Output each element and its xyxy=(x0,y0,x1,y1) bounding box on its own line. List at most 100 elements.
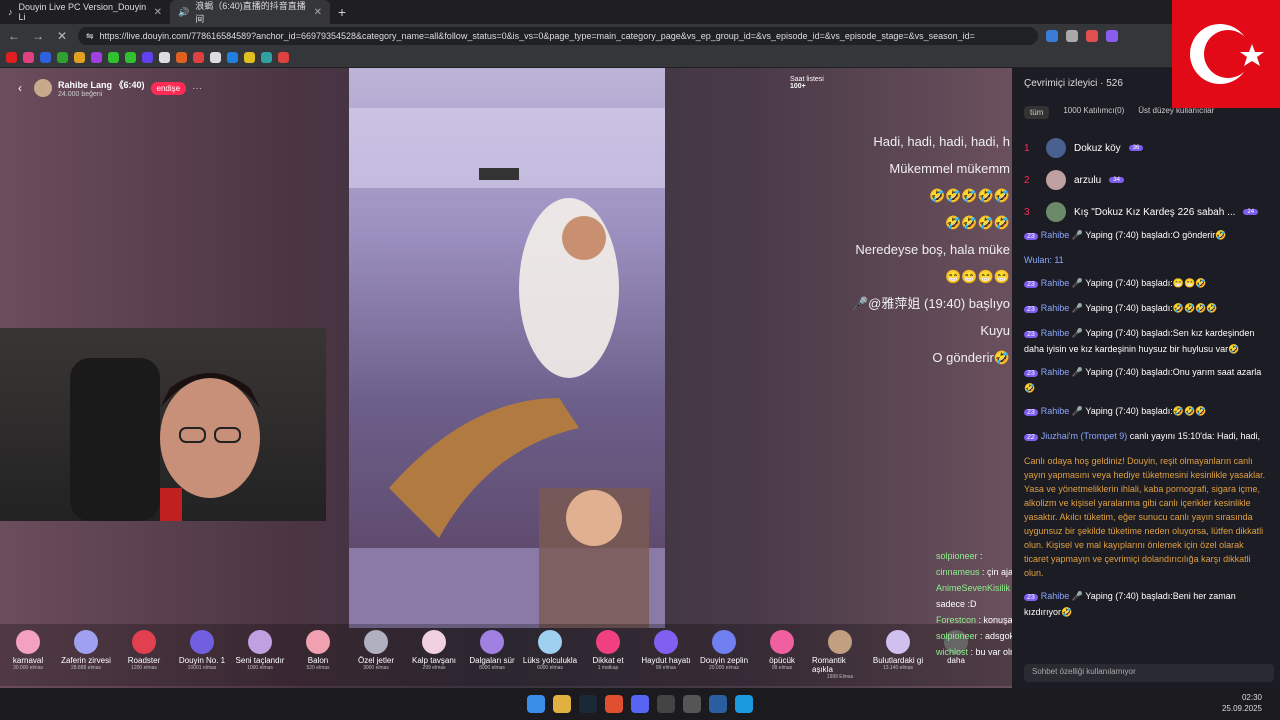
steam-icon[interactable] xyxy=(579,695,597,713)
gift-item[interactable]: Roadster 1200 elmas xyxy=(116,630,172,671)
gift-icon xyxy=(538,630,562,654)
bookmark-icon[interactable] xyxy=(23,52,34,63)
gift-item[interactable]: Douyin zeplin 20.000 elmas xyxy=(696,630,752,671)
back-icon[interactable]: ← xyxy=(6,29,22,43)
bookmark-icon[interactable] xyxy=(193,52,204,63)
gift-item[interactable]: Balon 520 elmas xyxy=(290,630,346,671)
bookmark-icon[interactable] xyxy=(261,52,272,63)
gift-item[interactable]: Seni taçlandır 1000 elmas xyxy=(232,630,288,671)
chat-text: 🎤 Yaping (7:40) başladı:🤣🤣🤣 xyxy=(1071,406,1207,416)
close-icon[interactable]: ✕ xyxy=(154,7,162,18)
follow-button[interactable]: endişe xyxy=(150,81,187,95)
bookmark-icon[interactable] xyxy=(6,52,17,63)
bookmark-icon[interactable] xyxy=(57,52,68,63)
gift-item[interactable]: Özel jetler 3000 elmas xyxy=(348,630,404,671)
rank-row[interactable]: 3 Kış "Dokuz Kız Kardeş 226 sabah ... 24 xyxy=(1024,202,1259,222)
bookmark-icon[interactable] xyxy=(176,52,187,63)
edge-icon[interactable] xyxy=(735,695,753,713)
chat-text: sadece :D xyxy=(936,599,977,609)
extension-icon[interactable] xyxy=(1106,30,1118,42)
gift-item[interactable]: Dalgaları sür 8000 elmas xyxy=(464,630,520,671)
video-player[interactable] xyxy=(349,68,665,628)
chat-username[interactable]: cinnameus xyxy=(936,567,980,577)
gift-item[interactable]: Dikkat et 1 matkap xyxy=(580,630,636,671)
level-badge: 23 xyxy=(1024,306,1038,313)
viewer-panel: Çevrimiçi izleyici · 526 tüm 1000 Katılı… xyxy=(1012,68,1280,688)
gift-item[interactable]: Douyin No. 1 10001 elmas xyxy=(174,630,230,671)
gift-item[interactable]: öpücük 99 elmas xyxy=(754,630,810,671)
windows-start-icon[interactable] xyxy=(527,695,545,713)
bookmark-icon[interactable] xyxy=(244,52,255,63)
brave-icon[interactable] xyxy=(605,695,623,713)
avatar[interactable] xyxy=(34,79,52,97)
chat-username[interactable]: solpioneer xyxy=(936,631,978,641)
rank-widget[interactable]: Saat listesi 100+ xyxy=(790,76,824,90)
chat-username[interactable]: Rahibe xyxy=(1041,278,1070,288)
gift-price: 1 matkap xyxy=(597,665,619,671)
bookmark-icon[interactable] xyxy=(159,52,170,63)
gift-item[interactable]: Lüks yolculukla 6000 elmas xyxy=(522,630,578,671)
system-clock[interactable]: 02:30 25.09.2025 xyxy=(1222,692,1262,714)
chat-username[interactable]: Rahibe xyxy=(1041,328,1070,338)
chat-username[interactable]: Rahibe xyxy=(1041,591,1070,601)
level-badge: 23 xyxy=(1024,370,1038,377)
chat-username[interactable]: AnimeSevenKisilik xyxy=(936,583,1010,593)
back-icon[interactable]: ‹ xyxy=(18,81,22,95)
gift-name: Balon xyxy=(307,656,329,665)
app-icon[interactable] xyxy=(709,695,727,713)
close-icon[interactable]: ✕ xyxy=(54,29,70,43)
filter-all[interactable]: tüm xyxy=(1024,106,1050,119)
extension-icon[interactable] xyxy=(1066,30,1078,42)
app-icon[interactable] xyxy=(657,695,675,713)
chat-username[interactable]: Wulan: 11 xyxy=(1024,255,1064,265)
tab-live[interactable]: 🔊 浪蝎（6:40)直播的抖音直播间 ✕ xyxy=(170,0,330,24)
gift-item[interactable]: Romantik aşıkla 1999 Elmas xyxy=(812,630,868,680)
file-explorer-icon[interactable] xyxy=(553,695,571,713)
level-badge: 34 xyxy=(1109,177,1124,183)
gift-item[interactable]: karnaval 30.000 elmas xyxy=(0,630,56,671)
bookmark-icon[interactable] xyxy=(125,52,136,63)
chat-username[interactable]: Jiuzhai'm (Trompet 9) xyxy=(1041,431,1127,441)
gift-item[interactable]: Zaferin zirvesi 28.888 elmas xyxy=(58,630,114,671)
bookmark-icon[interactable] xyxy=(40,52,51,63)
chat-username[interactable]: Rahibe xyxy=(1041,367,1070,377)
gift-name: Roadster xyxy=(127,656,161,665)
chat-username[interactable]: Rahibe xyxy=(1041,230,1070,240)
bookmark-icon[interactable] xyxy=(210,52,221,63)
bookmark-icon[interactable] xyxy=(278,52,289,63)
bookmark-icon[interactable] xyxy=(74,52,85,63)
gift-price: 10001 elmas xyxy=(187,665,217,671)
gift-name: Kalp tavşanı xyxy=(411,656,457,665)
bookmark-icon[interactable] xyxy=(91,52,102,63)
discord-icon[interactable] xyxy=(631,695,649,713)
gift-name: karnaval xyxy=(12,656,44,665)
tab-douyin[interactable]: ♪ Douyin Live PC Version_Douyin Li ✕ xyxy=(0,0,170,24)
chat-username[interactable]: Rahibe xyxy=(1041,303,1070,313)
level-badge: 23 xyxy=(1024,594,1038,601)
site-info-icon[interactable]: ⇋ xyxy=(86,31,94,42)
bookmark-icon[interactable] xyxy=(108,52,119,63)
chat-username[interactable]: Rahibe xyxy=(1041,406,1070,416)
app-icon[interactable] xyxy=(683,695,701,713)
extension-icon[interactable] xyxy=(1046,30,1058,42)
rank-row[interactable]: 2 arzulu 34 xyxy=(1024,170,1124,190)
close-icon[interactable]: ✕ xyxy=(314,7,322,18)
gift-name: Özel jetler xyxy=(357,656,394,665)
chat-username[interactable]: solpioneer xyxy=(936,551,978,561)
gift-item[interactable]: Bulutlardaki gi 13.140 elmas xyxy=(870,630,926,671)
forward-icon[interactable]: → xyxy=(30,29,46,43)
extension-icon[interactable] xyxy=(1086,30,1098,42)
gift-item[interactable]: Haydut hayatı 99 elmas xyxy=(638,630,694,671)
chat-input[interactable]: Sohbet özelliği kullanılamıyor xyxy=(1024,664,1274,682)
url-field[interactable]: ⇋ https://live.douyin.com/778616584589?a… xyxy=(78,27,1038,45)
more-icon[interactable]: ··· xyxy=(192,83,202,94)
tab-bar: ♪ Douyin Live PC Version_Douyin Li ✕ 🔊 浪… xyxy=(0,0,1280,24)
chat-username[interactable]: Forestcon xyxy=(936,615,976,625)
bookmark-icon[interactable] xyxy=(227,52,238,63)
rank-row[interactable]: 1 Dokuz köy 36 xyxy=(1024,138,1144,158)
bookmark-icon[interactable] xyxy=(142,52,153,63)
chat-username[interactable]: wichlost xyxy=(936,647,968,657)
new-tab-button[interactable]: + xyxy=(330,4,354,20)
filter-1000[interactable]: 1000 Katılımcı(0) xyxy=(1063,106,1124,119)
gift-item[interactable]: Kalp tavşanı 299 elmas xyxy=(406,630,462,671)
